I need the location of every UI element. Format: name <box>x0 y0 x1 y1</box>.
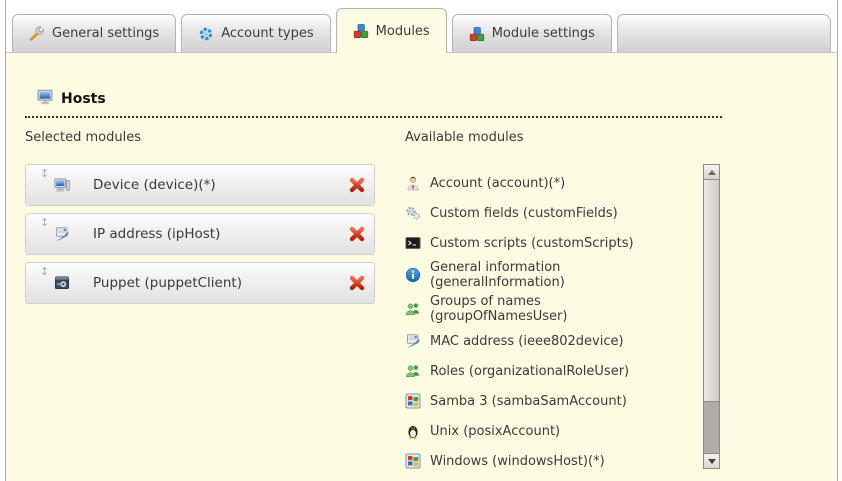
scrollbar-track[interactable] <box>703 402 720 453</box>
scrollbar-down-button[interactable] <box>703 453 720 469</box>
modules-cubes-icon <box>469 26 485 42</box>
selected-module-row-puppet[interactable]: ↕ Puppet (puppetClient) <box>25 262 375 304</box>
available-module-row-roles: Roles (organizationalRoleUser) <box>405 356 695 386</box>
modules-tab-content: Hosts Selected modules ↕ <box>6 52 837 481</box>
samba-windows-icon <box>405 393 421 409</box>
available-module-row-mac-address: MAC address (ieee802device) <box>405 326 695 356</box>
selected-module-row-ip-address[interactable]: ↕ IP address (ipHost) <box>25 213 375 255</box>
available-module-row-samba3: Samba 3 (sambaSamAccount) <box>405 386 695 416</box>
available-module-row-groups-of-names: Groups of names (groupOfNamesUser) <box>405 292 695 326</box>
tab-bar-filler <box>617 14 831 52</box>
available-module-row-custom-fields: Custom fields (customFields) <box>405 198 695 228</box>
account-types-gear-icon <box>198 26 214 42</box>
config-window: General settings Account types Modules <box>5 0 838 481</box>
drag-handle-icon[interactable]: ↕ <box>40 168 49 179</box>
arrow-down-icon <box>708 459 716 464</box>
scrollbar[interactable] <box>703 164 720 469</box>
add-module-button[interactable] <box>678 423 695 440</box>
unix-penguin-icon <box>405 423 421 439</box>
hosts-section-header: Hosts <box>25 89 722 118</box>
available-module-label: Account (account)(*) <box>430 176 565 191</box>
available-module-row-windows: Windows (windowsHost)(*) <box>405 446 695 469</box>
windows-icon <box>405 453 421 469</box>
available-modules-heading: Available modules <box>405 130 725 146</box>
selected-module-label: IP address (ipHost) <box>93 226 220 242</box>
available-modules-scroll-area: Account (account)(*) <box>405 164 725 469</box>
available-modules-column: Available modules <box>405 130 725 469</box>
scrollbar-up-button[interactable] <box>703 164 720 180</box>
tab-label: General settings <box>52 26 159 41</box>
tab-label: Module settings <box>492 26 595 41</box>
available-module-label: Custom scripts (customScripts) <box>430 236 634 251</box>
remove-module-button[interactable] <box>348 225 366 243</box>
add-module-button[interactable] <box>678 175 695 192</box>
available-module-row-account: Account (account)(*) <box>405 168 695 198</box>
available-module-label: Groups of names (groupOfNamesUser) <box>430 294 658 324</box>
selected-modules-column: Selected modules ↕ Device (device)(*) <box>25 130 381 469</box>
selected-module-row-device[interactable]: ↕ Device (device)(*) <box>25 164 375 206</box>
tab-label: Modules <box>376 24 430 39</box>
remove-module-button[interactable] <box>348 176 366 194</box>
ip-address-icon <box>54 226 70 242</box>
tab-account-types[interactable]: Account types <box>181 14 330 52</box>
add-module-button[interactable] <box>678 453 695 470</box>
add-module-button[interactable] <box>678 363 695 380</box>
available-module-label: Custom fields (customFields) <box>430 206 618 221</box>
scrollbar-thumb[interactable] <box>703 180 720 402</box>
info-icon <box>405 267 421 283</box>
add-module-button[interactable] <box>678 267 695 284</box>
add-module-button[interactable] <box>678 235 695 252</box>
terminal-icon <box>405 235 421 251</box>
monitor-icon <box>37 89 53 109</box>
add-module-button[interactable] <box>678 205 695 222</box>
tab-bar: General settings Account types Modules <box>6 0 837 52</box>
available-module-row-custom-scripts: Custom scripts (customScripts) <box>405 228 695 258</box>
tab-module-settings[interactable]: Module settings <box>452 14 612 52</box>
wrench-icon <box>29 26 45 42</box>
add-module-button[interactable] <box>678 333 695 350</box>
available-module-label: Windows (windowsHost)(*) <box>430 454 605 469</box>
available-module-row-general-information: General information (generalInformation) <box>405 258 695 292</box>
section-title: Hosts <box>61 91 106 107</box>
tab-modules[interactable]: Modules <box>336 8 447 53</box>
available-module-row-unix: Unix (posixAccount) <box>405 416 695 446</box>
add-module-button[interactable] <box>678 301 695 318</box>
custom-fields-gears-icon <box>405 205 421 221</box>
add-module-button[interactable] <box>678 393 695 410</box>
account-person-icon <box>405 175 421 191</box>
available-modules-list: Account (account)(*) <box>405 164 695 469</box>
tab-general-settings[interactable]: General settings <box>12 14 176 52</box>
arrow-up-icon <box>708 170 716 175</box>
selected-module-label: Device (device)(*) <box>93 177 216 193</box>
group-icon <box>405 301 421 317</box>
available-module-label: MAC address (ieee802device) <box>430 334 624 349</box>
selected-modules-heading: Selected modules <box>25 130 381 146</box>
drag-handle-icon[interactable]: ↕ <box>40 217 49 228</box>
available-module-label: Unix (posixAccount) <box>430 424 560 439</box>
puppet-icon <box>54 275 70 291</box>
device-computer-icon <box>54 177 70 193</box>
selected-module-label: Puppet (puppetClient) <box>93 275 242 291</box>
remove-module-button[interactable] <box>348 274 366 292</box>
drag-handle-icon[interactable]: ↕ <box>40 266 49 277</box>
roles-group-icon <box>405 363 421 379</box>
available-module-label: Roles (organizationalRoleUser) <box>430 364 629 379</box>
modules-columns: Selected modules ↕ Device (device)(*) <box>25 130 837 469</box>
available-module-label: Samba 3 (sambaSamAccount) <box>430 394 627 409</box>
mac-address-icon <box>405 333 421 349</box>
modules-cubes-icon <box>353 23 369 39</box>
tab-label: Account types <box>221 26 313 41</box>
available-module-label: General information (generalInformation) <box>430 260 658 290</box>
